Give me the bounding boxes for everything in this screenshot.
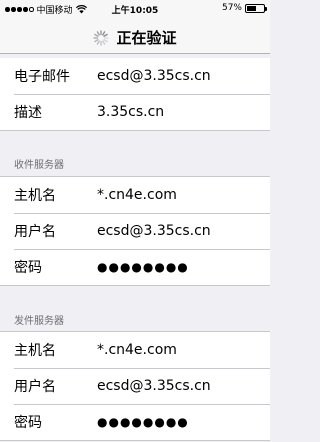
nav-title-group: 正在验证 — [0, 27, 270, 48]
description-row[interactable]: 描述 3.35cs.cn — [0, 94, 270, 130]
outgoing-password-field[interactable]: ●●●●●●●● — [97, 415, 189, 429]
incoming-password-row[interactable]: 密码 ●●●●●●●● — [0, 249, 270, 285]
email-label: 电子邮件 — [14, 69, 70, 85]
navigation-bar: 正在验证 — [0, 18, 270, 54]
spinner-tick — [102, 30, 106, 36]
status-right: 57% — [221, 3, 267, 13]
spinner-tick — [94, 38, 100, 42]
incoming-username-label: 用户名 — [14, 224, 56, 240]
incoming-hostname-field[interactable]: *.cn4e.com — [97, 187, 177, 203]
spinner-tick — [97, 30, 101, 36]
spinner-tick — [103, 33, 109, 37]
battery-fill — [247, 5, 257, 11]
outgoing-password-row[interactable]: 密码 ●●●●●●●● — [0, 404, 270, 440]
outgoing-server-group: 主机名 *.cn4e.com 用户名 ecsd@3.35cs.cn 密码 ●●●… — [0, 331, 270, 441]
incoming-hostname-row[interactable]: 主机名 *.cn4e.com — [0, 177, 270, 213]
spinner-tick — [97, 39, 101, 45]
incoming-password-field[interactable]: ●●●●●●●● — [97, 260, 189, 274]
spinner-tick — [94, 33, 100, 37]
status-bar: 中国移动 上午10:05 57% — [0, 0, 270, 18]
outgoing-hostname-field[interactable]: *.cn4e.com — [97, 342, 177, 358]
incoming-hostname-label: 主机名 — [14, 188, 56, 204]
outgoing-username-field[interactable]: ecsd@3.35cs.cn — [97, 378, 211, 394]
incoming-server-header: 收件服务器 — [14, 160, 64, 171]
email-row[interactable]: 电子邮件 ecsd@3.35cs.cn — [0, 58, 270, 94]
email-field[interactable]: ecsd@3.35cs.cn — [97, 68, 211, 84]
incoming-username-row[interactable]: 用户名 ecsd@3.35cs.cn — [0, 213, 270, 249]
account-group: 电子邮件 ecsd@3.35cs.cn 描述 3.35cs.cn — [0, 58, 270, 131]
outgoing-hostname-label: 主机名 — [14, 343, 56, 359]
description-field[interactable]: 3.35cs.cn — [97, 104, 164, 120]
incoming-username-field[interactable]: ecsd@3.35cs.cn — [97, 223, 211, 239]
outgoing-username-row[interactable]: 用户名 ecsd@3.35cs.cn — [0, 368, 270, 404]
description-label: 描述 — [14, 105, 42, 121]
outgoing-server-header: 发件服务器 — [14, 316, 64, 327]
battery-icon — [245, 3, 267, 13]
battery-percent: 57% — [221, 3, 242, 13]
incoming-server-group: 主机名 *.cn4e.com 用户名 ecsd@3.35cs.cn 密码 ●●●… — [0, 176, 270, 286]
outgoing-password-label: 密码 — [14, 415, 42, 431]
spinner-tick — [103, 38, 109, 42]
incoming-password-label: 密码 — [14, 260, 42, 276]
outgoing-hostname-row[interactable]: 主机名 *.cn4e.com — [0, 332, 270, 368]
page-title: 正在验证 — [116, 29, 177, 47]
loading-spinner-icon — [93, 29, 110, 46]
outgoing-username-label: 用户名 — [14, 379, 56, 395]
spinner-tick — [102, 39, 106, 45]
